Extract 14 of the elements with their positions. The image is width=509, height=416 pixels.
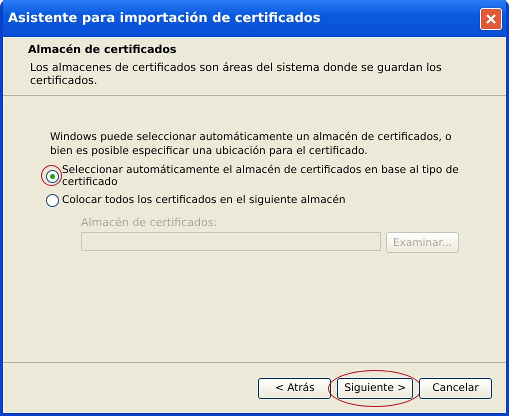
page-description: Los almacenes de certificados son áreas del sistema donde se guardan los certificados. xyxy=(29,61,443,87)
close-icon xyxy=(485,12,497,24)
wizard-button[interactable]: < Atrás xyxy=(258,378,332,398)
wizard-button[interactable]: Siguiente > xyxy=(337,378,413,398)
radio-button[interactable] xyxy=(46,194,59,206)
radio-label[interactable]: Seleccionar automáticamente el almacén de certificados en base al tipo de certificado xyxy=(62,164,486,188)
intro-text: Windows puede seleccionar automáticamente un almacén de certificados, o bien es posible especificar una ubicación para el certificado. xyxy=(50,130,453,158)
page-heading: Almacén de certificados xyxy=(28,43,178,56)
window-title: Asistente para importación de certificados xyxy=(8,11,320,26)
radio-button[interactable] xyxy=(46,170,59,182)
wizard-button[interactable]: Cancelar xyxy=(419,378,492,398)
store-label: Almacén de certificados: xyxy=(81,216,218,229)
close-button[interactable] xyxy=(480,8,502,30)
radio-label[interactable]: Colocar todos los certificados en el siguiente almacén xyxy=(62,194,346,206)
